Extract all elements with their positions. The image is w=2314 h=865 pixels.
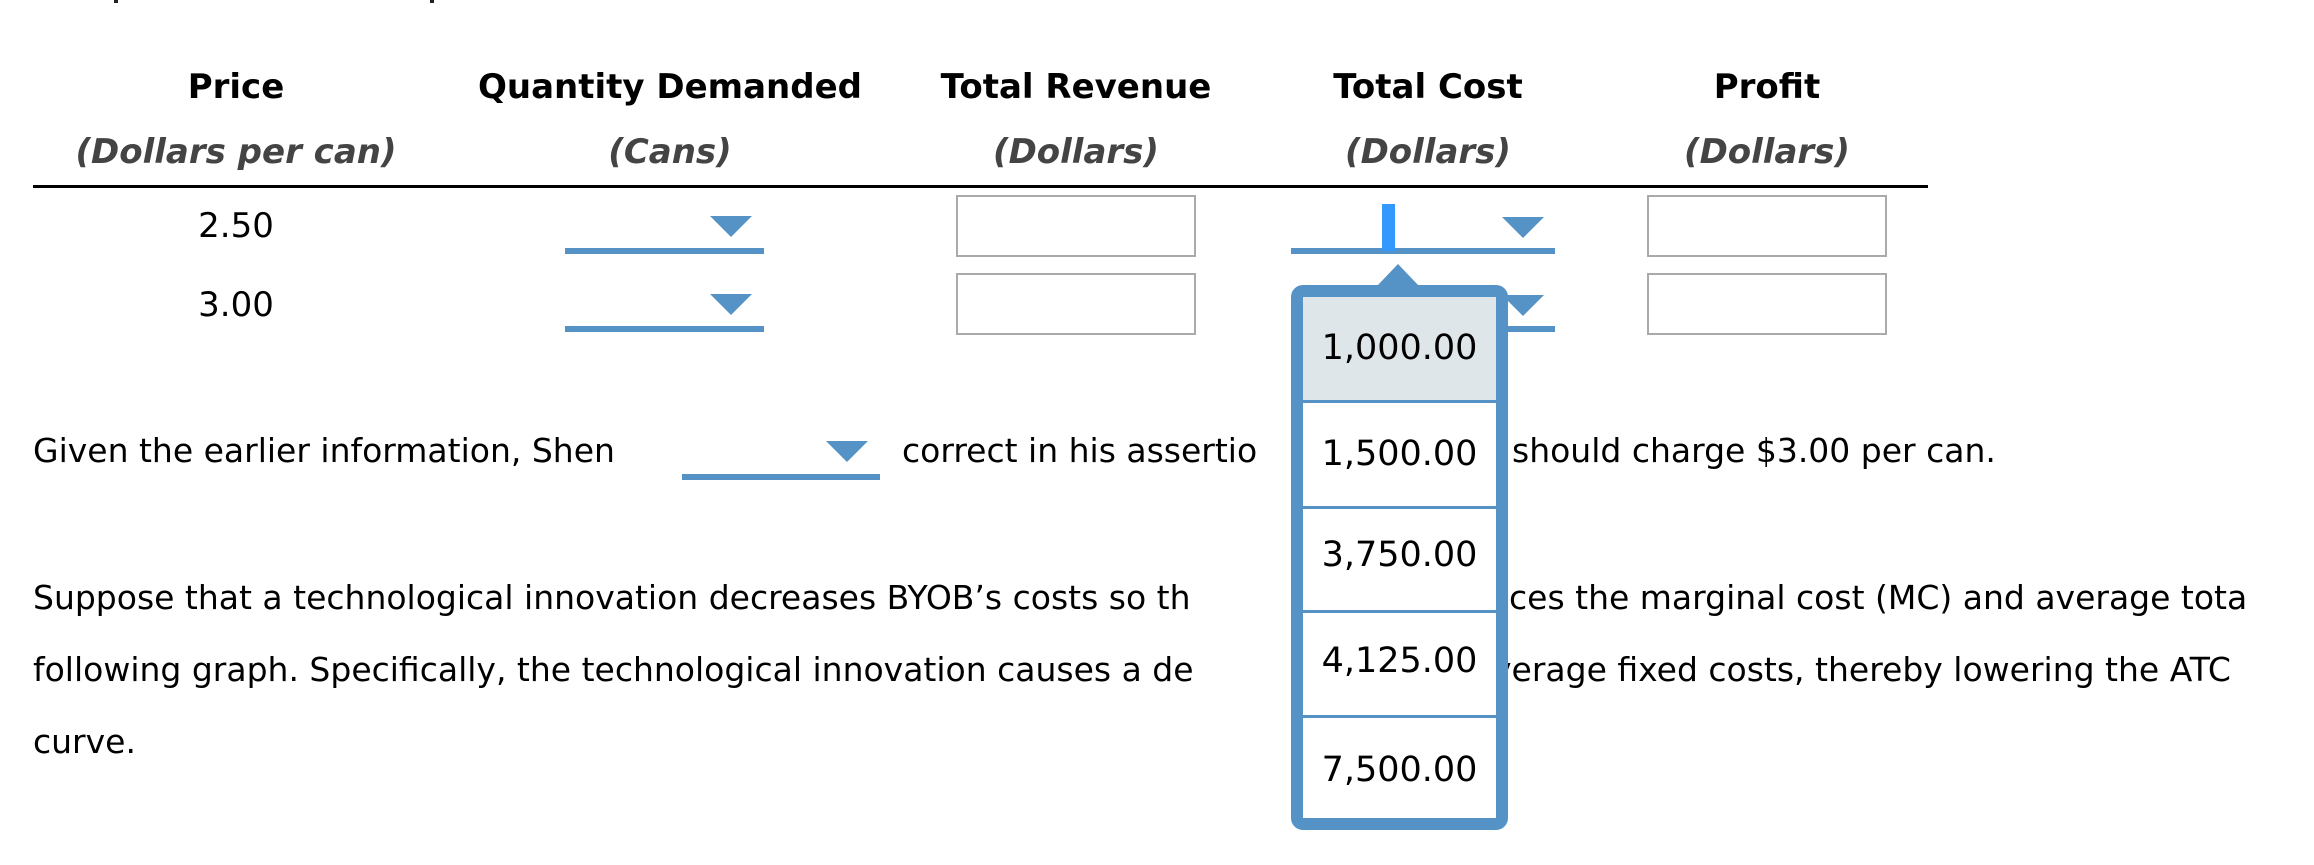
text-cursor xyxy=(1382,204,1395,251)
column-header-quantity-demanded: Quantity Demanded xyxy=(477,67,862,107)
header-divider xyxy=(33,185,1928,188)
dropdown-underline xyxy=(565,326,764,332)
column-header-price: Price xyxy=(187,67,285,107)
column-unit-quantity-demanded: (Cans) xyxy=(608,132,732,172)
dropdown-option[interactable]: 7,500.00 xyxy=(1303,718,1496,818)
chevron-down-icon xyxy=(1502,217,1544,238)
chevron-down-icon xyxy=(826,441,868,462)
shen-correctness-dropdown[interactable] xyxy=(682,440,880,480)
dropdown-underline xyxy=(565,248,764,254)
dropdown-option[interactable]: 3,750.00 xyxy=(1303,509,1496,610)
total-revenue-input[interactable] xyxy=(956,273,1196,335)
column-unit-profit: (Dollars) xyxy=(1684,132,1850,172)
dropdown-option[interactable]: 1,000.00 xyxy=(1303,297,1496,400)
dropdown-option[interactable]: 4,125.00 xyxy=(1303,613,1496,715)
chevron-down-icon xyxy=(1502,295,1544,316)
paragraph-line: ces the marginal cost (MC) and average t… xyxy=(1509,578,2248,617)
paragraph-line: following graph. Specifically, the techn… xyxy=(33,650,1194,689)
sentence-text-end: should charge $3.00 per can. xyxy=(1512,431,1996,470)
clipped-text-fragment xyxy=(114,0,118,3)
profit-input[interactable] xyxy=(1647,195,1887,257)
quantity-demanded-dropdown[interactable] xyxy=(565,292,764,332)
dropdown-underline xyxy=(682,474,880,480)
sentence-text-after: correct in his assertio xyxy=(902,431,1258,470)
total-revenue-input[interactable] xyxy=(956,195,1196,257)
total-cost-options-popup: 1,000.00 1,500.00 3,750.00 4,125.00 7,50… xyxy=(1291,285,1508,830)
price-cell: 3.00 xyxy=(198,285,274,325)
clipped-text-fragment xyxy=(430,0,434,3)
dropdown-option[interactable]: 1,500.00 xyxy=(1303,403,1496,506)
chevron-down-icon xyxy=(710,294,752,315)
price-cell: 2.50 xyxy=(198,206,274,246)
profit-input[interactable] xyxy=(1647,273,1887,335)
dropdown-underline xyxy=(1291,248,1555,254)
paragraph-line: verage fixed costs, thereby lowering the… xyxy=(1492,650,2231,689)
column-unit-price: (Dollars per can) xyxy=(75,132,397,172)
total-cost-dropdown[interactable] xyxy=(1291,214,1555,254)
quantity-demanded-dropdown[interactable] xyxy=(565,214,764,254)
caret-up-icon xyxy=(1377,264,1419,286)
sentence-text-before: Given the earlier information, Shen xyxy=(33,431,615,470)
paragraph-line: curve. xyxy=(33,722,136,761)
paragraph-line: Suppose that a technological innovation … xyxy=(33,578,1191,617)
column-header-profit: Profit xyxy=(1713,67,1821,107)
chevron-down-icon xyxy=(710,216,752,237)
